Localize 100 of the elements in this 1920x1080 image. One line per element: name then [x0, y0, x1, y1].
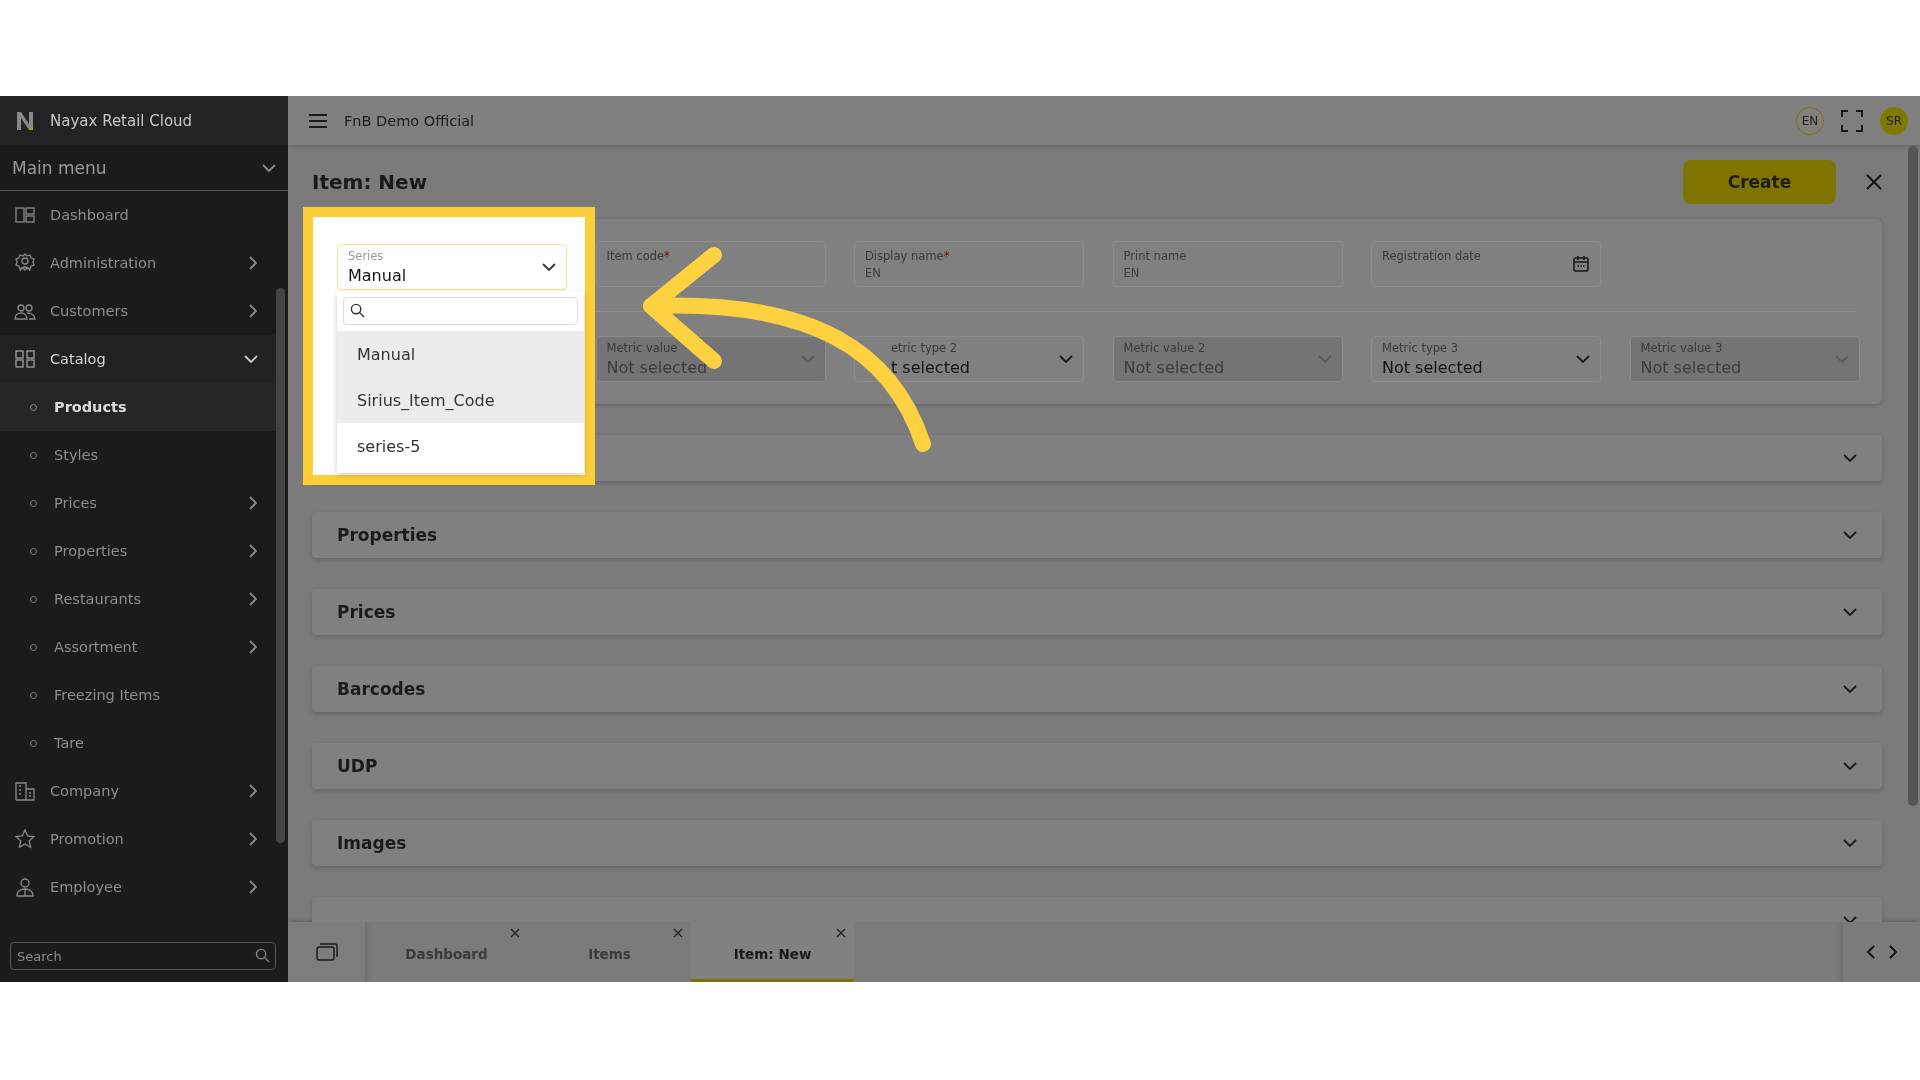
field-label: Metric value 3	[1640, 341, 1724, 355]
gear-person-icon	[15, 253, 35, 273]
grid-icon	[15, 350, 35, 368]
chevron-down-icon	[1576, 354, 1590, 364]
chevron-right-icon	[248, 304, 258, 318]
sidebar-subitem[interactable]: Styles	[0, 431, 276, 479]
chevron-down-icon	[800, 354, 815, 364]
company-name: FnB Demo Official	[344, 112, 476, 129]
chevron-down-icon	[1843, 761, 1857, 771]
scrollbar[interactable]	[276, 288, 285, 843]
date-field[interactable]: Registration date	[1371, 241, 1601, 287]
search-field[interactable]: Search	[10, 942, 276, 970]
chevron-down-icon	[1317, 354, 1332, 364]
sidebar-subitem[interactable]: Products	[0, 383, 276, 431]
field-value: Not selected	[606, 358, 709, 377]
sidebar-subitem[interactable]: Properties	[0, 527, 276, 575]
chevron-down-icon	[1843, 453, 1857, 463]
dropdown-option[interactable]: Sirius_Item_Code	[337, 377, 584, 423]
bottom-tab[interactable]: Item: New	[691, 922, 854, 982]
chevron-right-icon	[248, 544, 258, 558]
field-placeholder: EN	[1123, 265, 1141, 280]
chevron-down-icon	[1843, 530, 1857, 540]
field-value: Not selected	[1640, 358, 1743, 377]
windows-icon[interactable]	[315, 943, 338, 961]
field-value: Not selected	[1382, 358, 1484, 377]
building-icon	[15, 781, 35, 801]
sidebar-item[interactable]: Dashboard	[0, 191, 276, 239]
close-icon[interactable]	[836, 928, 846, 938]
chevron-down-icon	[542, 262, 556, 272]
close-icon[interactable]	[1866, 174, 1882, 190]
brand-name: Nayax Retail Cloud	[50, 111, 193, 130]
sidebar-subitem[interactable]: Restaurants	[0, 575, 276, 623]
field-label: Metric value	[606, 341, 679, 355]
sidebar-item[interactable]: Customers	[0, 287, 276, 335]
field-value: t selected	[891, 358, 971, 377]
page-title: Item: New	[312, 170, 429, 194]
create-button[interactable]: Create	[1683, 160, 1836, 204]
sidebar-subitem[interactable]: Prices	[0, 479, 276, 527]
chevron-down-icon	[1834, 354, 1849, 364]
select-field[interactable]: etric type 2 t selected	[854, 336, 1084, 382]
chevron-down-icon	[1843, 684, 1857, 694]
search-icon	[255, 948, 270, 963]
chevron-down-icon	[1843, 915, 1857, 922]
search-icon	[350, 303, 365, 318]
close-icon[interactable]	[510, 928, 520, 938]
dropdown-option[interactable]: series-5	[337, 423, 584, 469]
chevron-down-icon	[244, 354, 258, 364]
collapsible-section[interactable]: Properties	[312, 512, 1882, 558]
text-field[interactable]: Item code*	[595, 241, 826, 287]
text-field[interactable]: Print name EN	[1112, 241, 1343, 287]
text-field[interactable]: Display name* EN	[854, 241, 1084, 287]
select-field[interactable]: Metric type 3 Not selected	[1371, 336, 1601, 382]
field-label: Metric value 2	[1123, 341, 1207, 355]
collapsible-section[interactable]: Prices	[312, 589, 1882, 635]
collapsible-section[interactable]: Images	[312, 820, 1882, 866]
people-icon	[14, 302, 36, 320]
sidebar-item[interactable]: Promotion	[0, 815, 276, 863]
scrollbar[interactable]	[1908, 146, 1918, 806]
sidebar-subitem[interactable]: Tare	[0, 719, 276, 767]
chevron-right-icon	[248, 592, 258, 606]
chevron-down-icon	[1843, 607, 1857, 617]
chevron-left-icon[interactable]	[1865, 945, 1876, 959]
chevron-right-icon	[248, 784, 258, 798]
chevron-right-icon	[248, 832, 258, 846]
sidebar-item[interactable]: Company	[0, 767, 276, 815]
sidebar-subitem[interactable]: Assortment	[0, 623, 276, 671]
field-label: Display name*	[865, 248, 951, 263]
bottom-tab[interactable]: Items	[528, 922, 691, 982]
close-icon[interactable]	[673, 928, 683, 938]
field-label: Metric type 3	[1382, 341, 1460, 355]
menu-icon[interactable]	[308, 112, 328, 129]
field-label: Item code*	[606, 248, 671, 263]
sidebar-item[interactable]: Catalog	[0, 335, 276, 383]
chevron-right-icon	[248, 880, 258, 894]
logo-icon	[14, 109, 36, 132]
user-avatar[interactable]: SR	[1880, 106, 1908, 135]
chevron-down-icon	[1843, 838, 1857, 848]
star-icon	[15, 829, 35, 849]
collapsible-section[interactable]: Barcodes	[312, 666, 1882, 712]
field-label: Registration date	[1382, 248, 1482, 263]
fullscreen-icon[interactable]	[1840, 108, 1864, 133]
dropdown-search-field[interactable]	[343, 297, 578, 325]
chevron-right-icon	[248, 496, 258, 510]
field-placeholder: EN	[865, 265, 882, 280]
field-label: Print name	[1123, 248, 1188, 263]
chevron-down-icon	[1059, 354, 1073, 364]
chevron-right-icon	[248, 640, 258, 654]
sidebar-item[interactable]: Administration	[0, 239, 276, 287]
person-icon	[15, 877, 35, 897]
chevron-down-icon	[262, 162, 276, 173]
dashboard-icon	[15, 206, 35, 224]
collapsible-section[interactable]: UDP	[312, 743, 1882, 789]
bottom-tab[interactable]: Dashboard	[365, 922, 528, 982]
field-value: Manual	[348, 266, 408, 285]
series-select[interactable]: Series Manual	[337, 244, 567, 290]
field-label: etric type 2	[891, 341, 959, 355]
sidebar-subitem[interactable]: Freezing Items	[0, 671, 276, 719]
sidebar-item[interactable]: Employee	[0, 863, 276, 911]
calendar-icon	[1572, 255, 1590, 273]
dropdown-option[interactable]: Manual	[337, 331, 584, 377]
